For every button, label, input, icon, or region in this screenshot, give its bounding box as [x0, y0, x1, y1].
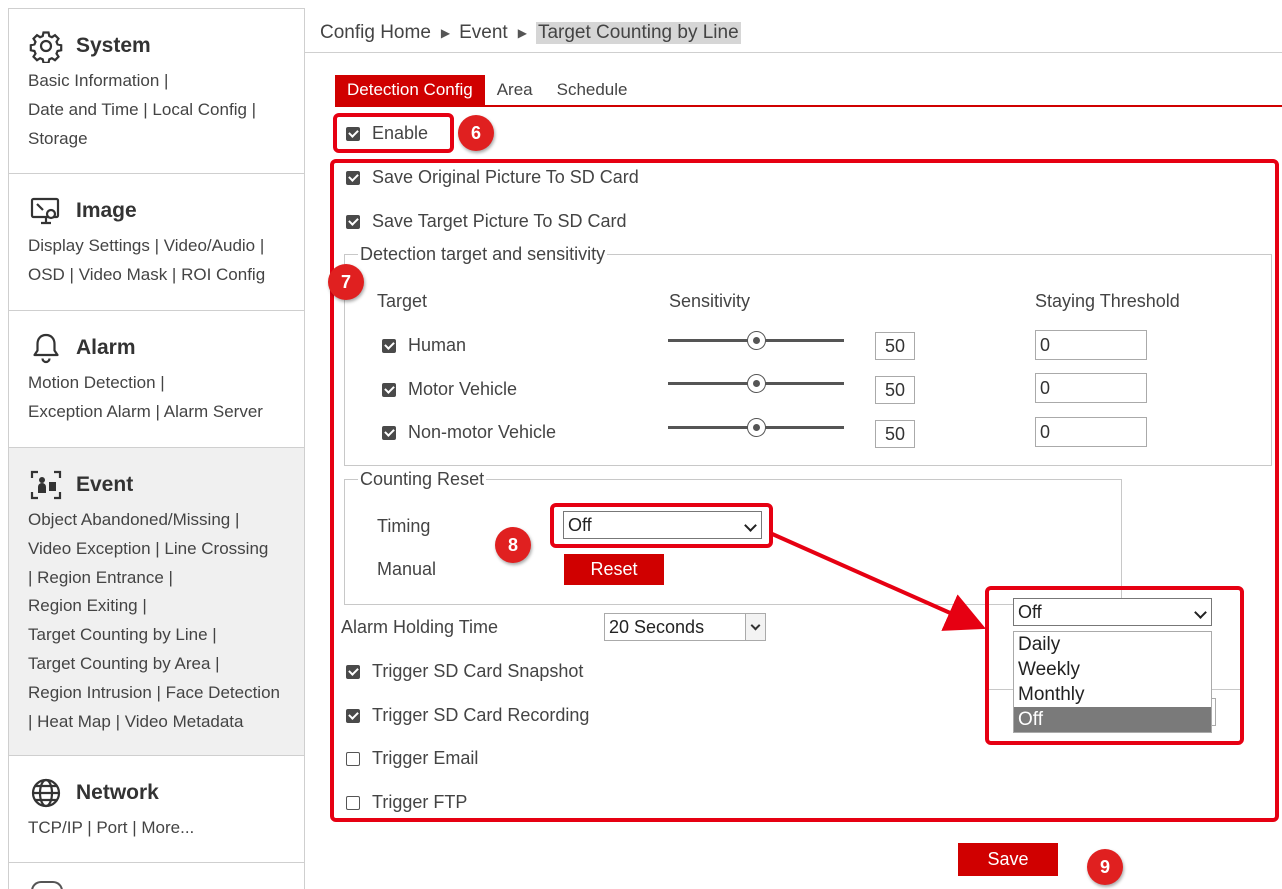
sidebar-section-event: Event Object Abandoned/Missing | Video E…	[9, 448, 304, 756]
sidebar-event-link[interactable]: Region Exiting |	[28, 592, 303, 621]
sidebar-event-link[interactable]: Target Counting by Area |	[28, 650, 303, 679]
highlight-timing	[550, 503, 773, 548]
sidebar-alarm-title: Alarm	[76, 336, 136, 359]
option-monthly[interactable]: Monthly	[1014, 682, 1211, 707]
monitor-settings-icon	[30, 197, 60, 225]
breadcrumb-current: Target Counting by Line	[535, 22, 741, 44]
sidebar-next-section-icon	[31, 881, 63, 889]
sidebar-image-link[interactable]: OSD | Video Mask | ROI Config	[28, 261, 303, 290]
sidebar-event-link[interactable]: | Heat Map | Video Metadata	[28, 708, 303, 737]
timing-options-list: Daily Weekly Monthly Off	[1013, 631, 1212, 733]
callout-timing-select[interactable]: Off	[1013, 598, 1212, 626]
option-daily[interactable]: Daily	[1014, 632, 1211, 657]
gear-icon	[29, 31, 63, 63]
sidebar-system-link[interactable]: Storage	[28, 125, 303, 154]
step-badge-8: 8	[495, 527, 531, 563]
sidebar-alarm-link[interactable]: Exception Alarm | Alarm Server	[28, 398, 303, 427]
sidebar-section-image: Image Display Settings | Video/Audio | O…	[9, 174, 304, 311]
callout-timing-value: Off	[1018, 602, 1042, 622]
sidebar-event-link[interactable]: Target Counting by Line |	[28, 621, 303, 650]
sidebar-section-image-header[interactable]: Image	[29, 194, 137, 228]
sidebar: System Basic Information | Date and Time…	[8, 8, 305, 889]
sidebar-section-network: Network TCP/IP | Port | More...	[9, 756, 304, 863]
tab-bar: Detection Config Area Schedule	[335, 75, 640, 105]
sidebar-image-links: Display Settings | Video/Audio | OSD | V…	[28, 232, 303, 290]
highlight-enable	[333, 113, 454, 153]
sidebar-system-title: System	[76, 34, 151, 57]
tab-area[interactable]: Area	[485, 75, 545, 105]
option-weekly[interactable]: Weekly	[1014, 657, 1211, 682]
chevron-down-icon	[1194, 606, 1207, 619]
sidebar-network-link[interactable]: TCP/IP | Port | More...	[28, 814, 303, 843]
step-badge-7: 7	[328, 264, 364, 300]
sidebar-image-title: Image	[76, 199, 137, 222]
step-badge-9: 9	[1087, 849, 1123, 885]
sidebar-event-title: Event	[76, 473, 134, 496]
sidebar-event-link[interactable]: | Region Entrance |	[28, 564, 303, 593]
breadcrumb-divider	[305, 52, 1282, 53]
sidebar-network-links: TCP/IP | Port | More...	[28, 814, 303, 843]
sidebar-section-system: System Basic Information | Date and Time…	[9, 9, 304, 174]
sidebar-event-link[interactable]: Object Abandoned/Missing |	[28, 506, 303, 535]
sidebar-system-link[interactable]: Basic Information |	[28, 67, 303, 96]
globe-icon	[31, 778, 61, 808]
option-off[interactable]: Off	[1014, 707, 1211, 732]
sidebar-event-link[interactable]: Video Exception | Line Crossing	[28, 535, 303, 564]
tab-underline	[335, 105, 1282, 107]
event-person-icon	[30, 470, 62, 500]
sidebar-event-link[interactable]: Region Intrusion | Face Detection	[28, 679, 303, 708]
bell-icon	[33, 333, 59, 364]
breadcrumb: Config Home ▶ Event ▶ Target Counting by…	[320, 22, 741, 44]
breadcrumb-arrow-icon: ▶	[440, 26, 451, 40]
sidebar-alarm-link[interactable]: Motion Detection |	[28, 369, 303, 398]
sidebar-system-links: Basic Information | Date and Time | Loca…	[28, 67, 303, 153]
breadcrumb-arrow-icon: ▶	[517, 26, 527, 40]
step-badge-6: 6	[458, 115, 494, 151]
sidebar-section-network-header[interactable]: Network	[29, 776, 159, 810]
sidebar-image-link[interactable]: Display Settings | Video/Audio |	[28, 232, 303, 261]
tab-schedule[interactable]: Schedule	[545, 75, 640, 105]
sidebar-section-event-header[interactable]: Event	[29, 468, 133, 502]
sidebar-event-links: Object Abandoned/Missing | Video Excepti…	[28, 506, 303, 736]
breadcrumb-home[interactable]: Config Home	[320, 22, 431, 44]
breadcrumb-event[interactable]: Event	[459, 22, 508, 44]
sidebar-system-link[interactable]: Date and Time | Local Config |	[28, 96, 303, 125]
save-button[interactable]: Save	[958, 843, 1058, 876]
sidebar-section-alarm: Alarm Motion Detection | Exception Alarm…	[9, 311, 304, 448]
sidebar-section-alarm-header[interactable]: Alarm	[29, 331, 136, 365]
sidebar-section-system-header[interactable]: System	[29, 29, 151, 63]
sidebar-network-title: Network	[76, 781, 159, 804]
sidebar-alarm-links: Motion Detection | Exception Alarm | Ala…	[28, 369, 303, 427]
tab-detection-config[interactable]: Detection Config	[335, 75, 485, 105]
